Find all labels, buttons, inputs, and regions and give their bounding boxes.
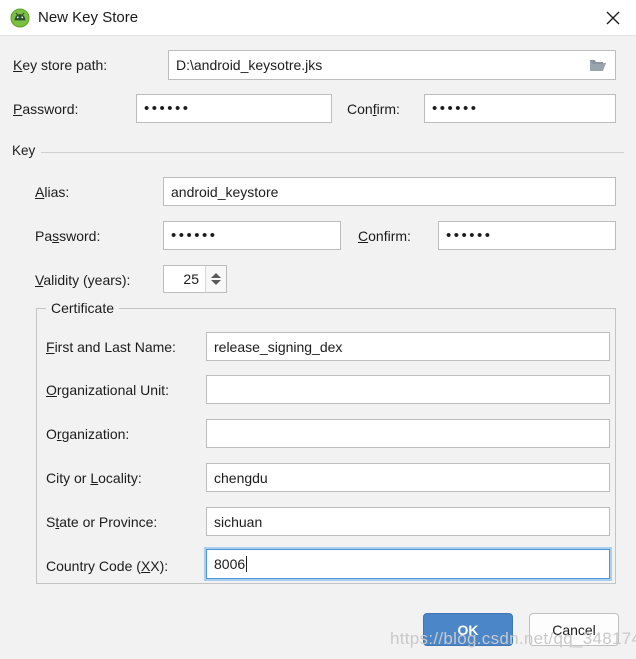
keystore-confirm-input[interactable]: •••••• [424, 94, 616, 123]
folder-open-icon[interactable] [589, 57, 607, 73]
organization-label-post: ganization: [61, 426, 130, 442]
first-and-last-name-value: release_signing_dex [214, 338, 343, 355]
android-studio-icon [10, 8, 30, 28]
text-cursor [246, 556, 248, 572]
organization-label: Organization: [46, 426, 129, 442]
key-group-separator [12, 152, 624, 153]
country-code-label: Country Code (XX): [46, 558, 168, 574]
city-or-locality-input[interactable]: chengdu [206, 463, 610, 492]
cancel-button[interactable]: Cancel [529, 613, 619, 646]
key-validity-label-rest: alidity (years): [43, 272, 131, 288]
organizational-unit-label-rest: rganizational Unit: [56, 382, 169, 398]
validity-years-stepper[interactable]: 25 [163, 265, 227, 293]
spinner-down-icon[interactable] [211, 280, 221, 285]
country-code-value: 8006 [214, 556, 246, 572]
key-password-value: •••••• [171, 227, 218, 244]
keystore-confirm-label-pre: Con [347, 101, 373, 117]
key-confirm-value: •••••• [446, 227, 493, 244]
certificate-legend: Certificate [46, 300, 120, 316]
keystore-confirm-label-post: irm: [376, 101, 400, 117]
state-or-province-value: sichuan [214, 513, 263, 530]
key-confirm-label: Confirm: [358, 228, 411, 244]
organization-label-pre: O [46, 426, 57, 442]
state-or-province-label: State or Province: [46, 514, 157, 530]
state-or-province-input[interactable]: sichuan [206, 507, 610, 536]
keystore-password-input[interactable]: •••••• [136, 94, 332, 123]
city-or-locality-label-post: ocality: [98, 470, 142, 486]
key-confirm-input[interactable]: •••••• [438, 221, 616, 250]
key-confirm-mnemonic: C [358, 228, 369, 244]
ok-button[interactable]: OK [423, 613, 513, 646]
keystore-confirm-value: •••••• [432, 100, 479, 117]
city-or-locality-label-pre: City or [46, 470, 91, 486]
key-alias-label-rest: lias: [44, 184, 70, 200]
organizational-unit-label: Organizational Unit: [46, 382, 169, 398]
organization-input[interactable] [206, 419, 610, 448]
keystore-password-mnemonic: P [13, 101, 23, 117]
organizational-unit-mnemonic: O [46, 382, 57, 398]
country-code-label-post: X): [150, 558, 169, 574]
key-store-path-input[interactable]: D:\android_keysotre.jks [168, 50, 616, 80]
key-password-label-pre: Pa [35, 228, 53, 244]
key-password-label: Password: [35, 228, 100, 244]
first-and-last-name-label-rest: irst and Last Name: [54, 339, 176, 355]
key-group-label: Key [12, 143, 42, 158]
key-alias-value: android_keystore [171, 183, 279, 200]
key-password-input[interactable]: •••••• [163, 221, 341, 250]
spinner-up-icon[interactable] [211, 273, 221, 278]
close-icon[interactable] [596, 5, 630, 31]
title-bar: New Key Store [0, 0, 636, 36]
keystore-password-label-rest: assword: [22, 101, 79, 117]
city-or-locality-mnemonic: L [90, 470, 99, 486]
country-code-mnemonic: X [140, 558, 151, 574]
country-code-label-pre: Country Code ( [46, 558, 141, 574]
key-validity-label: Validity (years): [35, 272, 130, 288]
country-code-input[interactable]: 8006 [206, 549, 610, 579]
first-and-last-name-label: First and Last Name: [46, 339, 176, 355]
state-or-province-label-pre: S [46, 514, 56, 530]
keystore-password-label: Password: [13, 101, 78, 117]
key-store-path-mnemonic: K [13, 57, 23, 73]
window-title: New Key Store [38, 9, 139, 26]
keystore-confirm-label: Confirm: [347, 101, 400, 117]
city-or-locality-value: chengdu [214, 469, 268, 486]
key-alias-label: Alias: [35, 184, 69, 200]
first-and-last-name-input[interactable]: release_signing_dex [206, 332, 610, 361]
state-or-province-label-post: ate or Province: [59, 514, 158, 530]
keystore-password-value: •••••• [144, 100, 191, 117]
validity-years-value[interactable]: 25 [164, 266, 205, 292]
key-alias-input[interactable]: android_keystore [163, 177, 616, 206]
key-store-path-label: Key store path: [13, 57, 107, 73]
key-store-path-label-rest: ey store path: [22, 57, 108, 73]
key-store-path-value: D:\android_keysotre.jks [176, 57, 323, 73]
first-and-last-name-mnemonic: F [46, 339, 55, 355]
key-confirm-label-rest: onfirm: [368, 228, 411, 244]
key-alias-mnemonic: A [35, 184, 45, 200]
key-password-label-post: sword: [59, 228, 101, 244]
organizational-unit-input[interactable] [206, 375, 610, 404]
city-or-locality-label: City or Locality: [46, 470, 142, 486]
validity-spinner-buttons[interactable] [205, 266, 226, 292]
